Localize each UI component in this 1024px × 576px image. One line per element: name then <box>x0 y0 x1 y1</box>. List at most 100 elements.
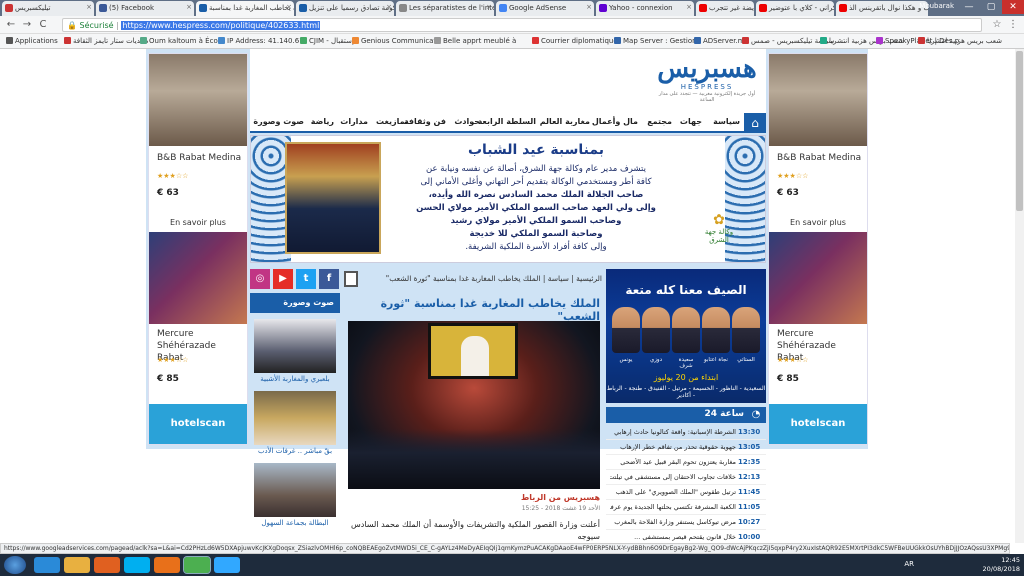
close-icon[interactable]: × <box>386 3 392 11</box>
tab-6[interactable]: Yahoo - connexion × <box>596 1 694 16</box>
hotel-photo[interactable] <box>149 232 247 324</box>
nav-item[interactable]: السلطة الرابعة <box>478 117 536 126</box>
more-link[interactable]: En savoir plus <box>149 218 247 227</box>
back-button[interactable]: ← <box>4 18 18 32</box>
nav-item[interactable]: تمازيغت <box>376 117 408 126</box>
news-item[interactable]: 13:05 جهوية حقوقية تحذر من تفاقم خطر الإر… <box>606 440 766 455</box>
news-item[interactable]: 11:05 الكعبة المشرفة تكتسي بحلتها الجديدة… <box>606 500 766 515</box>
close-icon[interactable]: × <box>186 3 192 11</box>
close-window-button[interactable]: ✕ <box>1002 0 1024 14</box>
close-icon[interactable]: × <box>686 3 692 11</box>
news-title[interactable]: جهوية حقوقية تحذر من تفاقم خطر الإرهاب <box>610 443 736 451</box>
news-title[interactable]: مغاربة يعتزون تحوم البقر قبيل عيد الأضحى <box>610 458 736 466</box>
instagram-icon[interactable]: ◎ <box>250 269 270 289</box>
tab-9[interactable]: تعرف و هكذا نوال باتقرينس الذ... <box>836 1 928 16</box>
firefox-icon[interactable] <box>154 557 180 573</box>
more-link[interactable]: En savoir plus <box>769 218 867 227</box>
site-logo[interactable]: هسبريس HESPRESS أول جريدة إلكترونية مغرب… <box>652 55 762 103</box>
nav-item[interactable]: سياسة <box>713 117 740 126</box>
news-item[interactable]: 10:27 مرض تيوكاسل يستنفر وزارة الفلاحة با… <box>606 515 766 530</box>
photoshop-icon[interactable] <box>214 557 240 573</box>
hotelscan-logo[interactable]: hotelscan <box>149 404 247 444</box>
video-title[interactable]: البطالة بجماعة السهول <box>250 519 340 527</box>
scrollbar[interactable] <box>1015 49 1024 543</box>
tab-7[interactable]: نايضة غير تتجرب <box>696 1 754 16</box>
bookmark-item[interactable]: CJIM - إستقبال <box>300 37 354 45</box>
video-title[interactable]: بلعبري والمغاربة الأشبية <box>250 375 340 383</box>
breadcrumb[interactable]: الرئيسية | سياسة | الملك يخاطب المغاربة … <box>386 274 602 283</box>
video-thumbnail[interactable] <box>254 319 336 373</box>
hotel-name[interactable]: B&B Rabat Medina <box>777 152 865 164</box>
bookmark-item[interactable]: Courrier diplomatique <box>532 37 618 45</box>
close-icon[interactable]: × <box>286 3 292 11</box>
news-item[interactable]: 11:45 ترتيل طقوس "الملك الصوويري" على الذ… <box>606 485 766 500</box>
hotel-photo[interactable] <box>149 54 247 146</box>
nav-item[interactable]: مال وأعمال <box>592 117 638 126</box>
news-title[interactable]: ترتيل طقوس "الملك الصوويري" على الذهب <box>610 488 736 496</box>
nav-item[interactable]: فن وثقافة <box>404 117 446 126</box>
profile-name[interactable]: Moubarak <box>919 2 954 10</box>
news-title[interactable]: الشرطة الإسبانية: واقعة كتالونيا حادث إر… <box>610 428 736 436</box>
address-bar[interactable]: 🔒 Sécurisé | https://www.hespress.com/po… <box>62 18 982 32</box>
summer-promo-ad[interactable]: الصيف معنا كله متعة يونس دوزي سعيدة شرف … <box>606 269 766 403</box>
youtube-icon[interactable]: ▶ <box>273 269 293 289</box>
bookmark-item[interactable]: Map Server : Gestion <box>614 37 697 45</box>
tab-2-active[interactable]: الملك يخاطب المغاربة غدا بمناسبة× <box>196 1 294 16</box>
tab-1[interactable]: (5) Facebook × <box>96 1 194 16</box>
media-player-icon[interactable] <box>94 557 120 573</box>
news-title[interactable]: مرض تيوكاسل يستنفر وزارة الفلاحة بالمغرب <box>610 518 736 526</box>
bookmark-item[interactable]: شعب بريس هزبية انتشريا <box>918 37 1002 45</box>
tab-3[interactable]: الحكومة تصادق رسميا على تنزيل× <box>296 1 394 16</box>
system-clock[interactable]: 12:45 20/08/2018 <box>983 556 1020 574</box>
bookmark-apps[interactable]: Applications <box>6 37 58 45</box>
video-thumbnail[interactable] <box>254 391 336 445</box>
hotel-photo[interactable] <box>769 54 867 146</box>
news-item[interactable]: 12:35 مغاربة يعتزون تحوم البقر قبيل عيد ا… <box>606 455 766 470</box>
nav-item[interactable]: مغاربة العالم <box>540 117 590 126</box>
maximize-button[interactable]: ▢ <box>980 0 1002 14</box>
congratulation-banner[interactable]: بمناسبة عيد الشباب يتشرف مدير عام وكالة … <box>250 135 766 263</box>
facebook-icon[interactable]: f <box>319 269 339 289</box>
side-ad-left[interactable]: B&B Rabat Medina ★★★☆☆ € 63 En savoir pl… <box>148 53 248 445</box>
skype-icon[interactable] <box>124 557 150 573</box>
minimize-button[interactable]: — <box>958 0 980 14</box>
news-item[interactable]: 10:00 خلال قانون يقتحم قيصر بمستشفى ... <box>606 530 766 543</box>
hotel-photo[interactable] <box>769 232 867 324</box>
tab-4[interactable]: Les séparatistes de l'inté × <box>396 1 494 16</box>
news-title[interactable]: خلافات تجاوب الاحتقان إلى مستشفى في تيلت… <box>610 473 736 481</box>
forward-button[interactable]: → <box>20 18 34 32</box>
start-button[interactable] <box>4 556 26 574</box>
side-ad-right[interactable]: B&B Rabat Medina ★★★☆☆ € 63 En savoir pl… <box>768 53 868 445</box>
nav-item[interactable]: حوادث <box>454 117 480 126</box>
language-indicator[interactable]: AR <box>904 560 914 568</box>
bookmark-item[interactable]: Genious Communicat <box>352 37 436 45</box>
nav-item[interactable]: مدارات <box>340 117 368 126</box>
nav-item[interactable]: مجتمع <box>647 117 672 126</box>
tab-8[interactable]: دنيام الكركراني - كلاي با عتوضير <box>756 1 834 16</box>
chrome-icon[interactable] <box>183 556 211 574</box>
twitter-icon[interactable]: t <box>296 269 316 289</box>
url-text[interactable]: https://www.hespress.com/politique/40263… <box>121 21 321 30</box>
bookmark-item[interactable]: IP Address: 41.140.61 <box>218 37 304 45</box>
close-icon[interactable]: × <box>86 3 92 11</box>
ie-icon[interactable] <box>34 557 60 573</box>
video-thumbnail[interactable] <box>254 463 336 517</box>
home-icon[interactable]: ⌂ <box>744 113 766 133</box>
close-icon[interactable]: × <box>586 3 592 11</box>
video-section-heading[interactable]: صوت وصورة <box>250 293 340 313</box>
news-item[interactable]: 12:13 خلافات تجاوب الاحتقان إلى مستشفى في… <box>606 470 766 485</box>
hotel-name[interactable]: B&B Rabat Medina <box>157 152 245 164</box>
hotelscan-logo[interactable]: hotelscan <box>769 404 867 444</box>
nav-item[interactable]: جهات <box>680 117 702 126</box>
news-24h-heading[interactable]: 24 ساعة <box>606 407 766 423</box>
tab-0[interactable]: تيليكسبريس × <box>2 1 94 16</box>
bookmark-item[interactable]: Belle apprt meublé à <box>434 37 516 45</box>
menu-icon[interactable]: ⋮ <box>1006 18 1020 32</box>
article-image[interactable] <box>348 321 600 489</box>
close-icon[interactable]: × <box>486 3 492 11</box>
bookmark-item[interactable]: منتديات ستار تايمز الثقافة <box>64 37 148 45</box>
star-icon[interactable]: ☆ <box>990 18 1004 32</box>
video-title[interactable]: بقّ مباشر .. غرفات الأدب <box>250 447 340 455</box>
news-title[interactable]: خلال قانون يقتحم قيصر بمستشفى ... <box>610 533 736 541</box>
bookmark-item[interactable]: ADServer.ma <box>694 37 749 45</box>
